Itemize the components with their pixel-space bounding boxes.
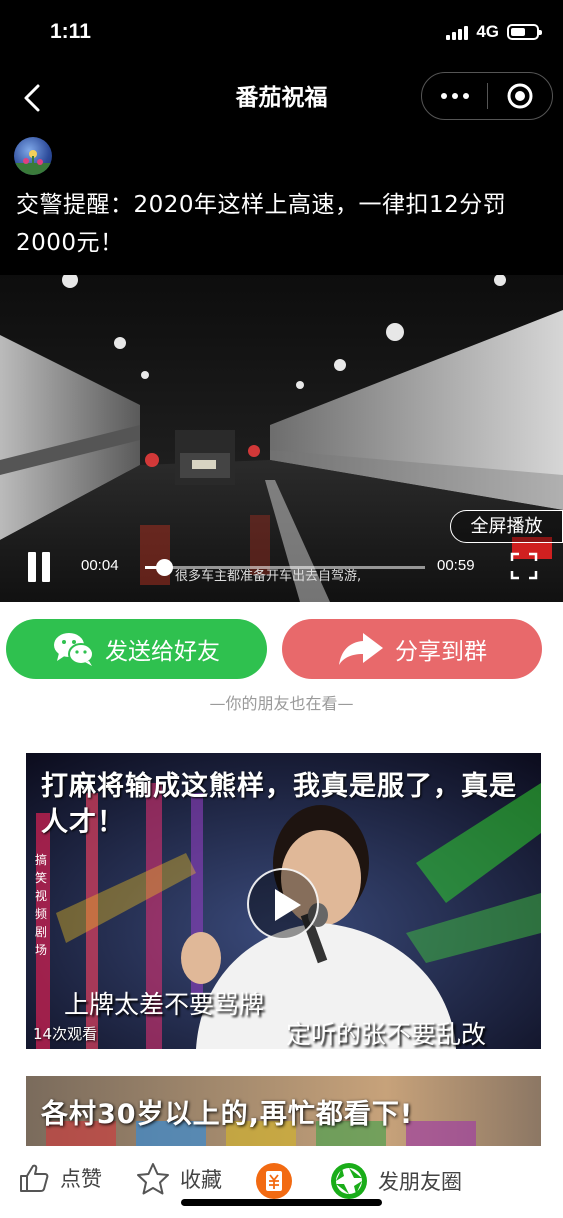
- thumbnail-subtitle-2: 定听的张不要乱改: [286, 1020, 487, 1049]
- reward-button[interactable]: [255, 1162, 293, 1200]
- star-icon: [137, 1163, 169, 1195]
- like-button[interactable]: 点赞: [18, 1162, 102, 1194]
- fullscreen-icon: [510, 552, 538, 580]
- status-icons: 4G: [446, 22, 542, 42]
- more-button[interactable]: [422, 73, 487, 119]
- like-label: 点赞: [60, 1167, 102, 1191]
- share-arrow-icon: [339, 633, 383, 665]
- view-count: 14次观看: [33, 1025, 98, 1043]
- progress-knob[interactable]: [156, 559, 174, 576]
- video-controls: 00:04 00:59: [0, 542, 563, 602]
- more-dots-icon: [440, 93, 447, 99]
- mini-program-capsule: [421, 72, 553, 120]
- close-target-icon: [507, 83, 533, 109]
- current-time: 00:04: [81, 557, 119, 574]
- duration: 00:59: [437, 557, 475, 574]
- header-area: 1:11 4G 番茄祝福 交警提醒：2020年这样上高速，一律扣12分罚2000…: [0, 0, 563, 275]
- fullscreen-button[interactable]: [510, 552, 538, 580]
- home-indicator[interactable]: [181, 1199, 382, 1206]
- play-button[interactable]: [247, 868, 319, 940]
- thumbs-up-icon: [20, 1164, 49, 1192]
- pause-icon: [28, 552, 36, 582]
- thumbnail-subtitle-1: 上牌太差不要骂牌: [64, 990, 265, 1019]
- network-type: 4G: [476, 22, 499, 41]
- author-avatar[interactable]: [14, 137, 52, 175]
- video-player[interactable]: 很多车主都准备开车出去自驾游, 全屏播放 00:04 00:59: [0, 275, 563, 602]
- battery-icon: [507, 24, 542, 40]
- signal-icon: [446, 24, 469, 40]
- send-to-friend-button[interactable]: 发送给好友: [6, 619, 267, 679]
- pause-button[interactable]: [26, 552, 52, 582]
- bottom-action-bar: 点赞 收藏 发朋友圈: [0, 1146, 563, 1218]
- article-title: 交警提醒：2020年这样上高速，一律扣12分罚2000元！: [16, 192, 507, 256]
- video-progress-bar[interactable]: [145, 559, 425, 576]
- close-button[interactable]: [488, 73, 552, 119]
- favorite-label: 收藏: [180, 1168, 222, 1192]
- fullscreen-play-button[interactable]: 全屏播放: [450, 510, 563, 543]
- share-to-group-label: 分享到群: [395, 639, 487, 665]
- recommended-video-title: 各村30岁以上的,再忙都看下!: [41, 1099, 414, 1130]
- wechat-icon: [54, 633, 94, 666]
- favorite-button[interactable]: 收藏: [136, 1162, 222, 1196]
- send-to-friend-label: 发送给好友: [105, 639, 220, 665]
- moments-shutter-icon: [331, 1163, 367, 1199]
- recommended-video-title: 打麻将输成这熊样，我真是服了，真是人才！: [41, 771, 517, 838]
- recommended-video-card[interactable]: 各村30岁以上的,再忙都看下!: [26, 1076, 541, 1146]
- moments-label: 发朋友圈: [378, 1170, 462, 1194]
- friends-watching-label: —你的朋友也在看—: [209, 694, 354, 713]
- coin-icon: [256, 1163, 292, 1199]
- status-time: 1:11: [50, 20, 91, 43]
- share-moments-button[interactable]: 发朋友圈: [330, 1162, 462, 1200]
- share-to-group-button[interactable]: 分享到群: [282, 619, 542, 679]
- video-side-text: 搞笑视频剧场: [34, 853, 47, 957]
- recommended-video-card[interactable]: 打麻将输成这熊样，我真是服了，真是人才！ 搞笑视频剧场 上牌太差不要骂牌 定听的…: [26, 753, 541, 1049]
